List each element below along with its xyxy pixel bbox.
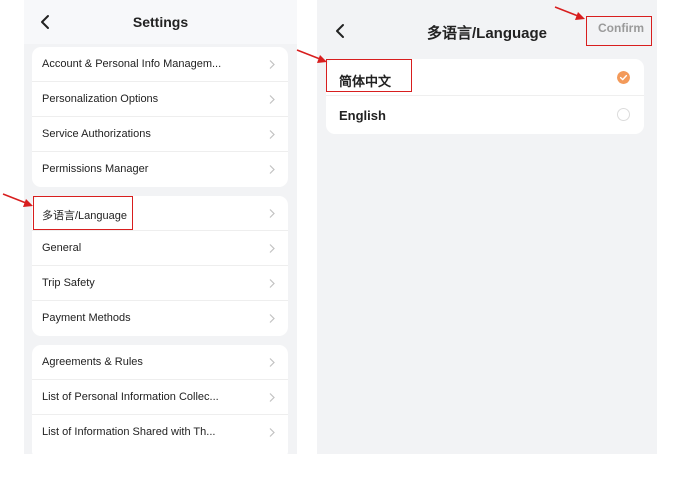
settings-item-agreements[interactable]: Agreements & Rules	[32, 345, 288, 380]
settings-item-general[interactable]: General	[32, 231, 288, 266]
highlight-box-language-item	[33, 196, 133, 230]
chevron-right-icon	[269, 428, 275, 437]
highlight-box-confirm	[586, 16, 652, 46]
settings-item-payment-methods[interactable]: Payment Methods	[32, 301, 288, 336]
settings-item-personal-info-collected[interactable]: List of Personal Information Collec...	[32, 380, 288, 415]
settings-item-account[interactable]: Account & Personal Info Managem...	[32, 47, 288, 82]
chevron-right-icon	[269, 95, 275, 104]
radio-checked-icon[interactable]	[617, 71, 630, 84]
settings-item-label: List of Personal Information Collec...	[42, 391, 219, 403]
radio-unchecked-icon[interactable]	[617, 108, 630, 121]
settings-item-trip-safety[interactable]: Trip Safety	[32, 266, 288, 301]
chevron-right-icon	[269, 244, 275, 253]
language-option-english[interactable]: English	[326, 96, 644, 133]
language-option-label: English	[339, 108, 386, 123]
chevron-right-icon	[269, 165, 275, 174]
chevron-right-icon	[269, 279, 275, 288]
chevron-right-icon	[269, 209, 275, 218]
settings-item-personalization[interactable]: Personalization Options	[32, 82, 288, 117]
settings-nav-bar: Settings	[24, 0, 297, 44]
settings-group-legal: Agreements & Rules List of Personal Info…	[32, 345, 288, 454]
page-title: Settings	[132, 14, 189, 30]
chevron-right-icon	[269, 358, 275, 367]
settings-item-label: List of Information Shared with Th...	[42, 426, 216, 438]
annotation-arrow-icon	[554, 6, 585, 20]
settings-item-label: Account & Personal Info Managem...	[42, 58, 222, 70]
settings-item-label: Personalization Options	[42, 93, 159, 105]
annotation-arrow-icon	[2, 193, 33, 207]
settings-item-label: Permissions Manager	[42, 163, 149, 175]
settings-item-label: Payment Methods	[42, 312, 131, 324]
settings-item-service-authorizations[interactable]: Service Authorizations	[32, 117, 288, 152]
annotation-arrow-icon	[296, 49, 327, 63]
chevron-right-icon	[269, 314, 275, 323]
settings-item-label: Agreements & Rules	[42, 356, 143, 368]
settings-item-label: General	[42, 242, 82, 254]
settings-item-label: Service Authorizations	[42, 128, 151, 140]
highlight-box-simplified-chinese	[326, 59, 412, 92]
settings-item-label: Trip Safety	[42, 277, 95, 289]
chevron-right-icon	[269, 393, 275, 402]
chevron-right-icon	[269, 60, 275, 69]
chevron-right-icon	[269, 130, 275, 139]
settings-item-permissions[interactable]: Permissions Manager	[32, 152, 288, 187]
settings-item-info-shared[interactable]: List of Information Shared with Th...	[32, 415, 288, 450]
settings-group-account: Account & Personal Info Managem... Perso…	[32, 47, 288, 187]
